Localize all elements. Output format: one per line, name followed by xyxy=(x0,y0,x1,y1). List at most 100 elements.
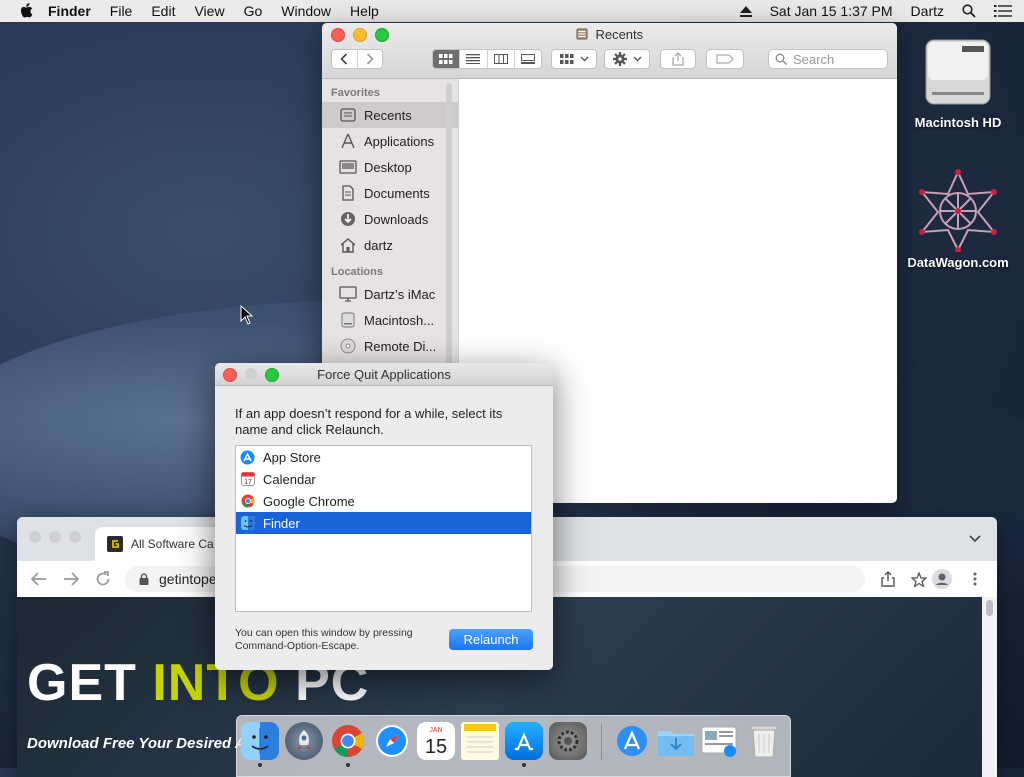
logo-part-get: GET xyxy=(27,654,153,712)
chrome-icon[interactable] xyxy=(329,722,367,760)
sidebar-item-imac[interactable]: Dartz’s iMac xyxy=(322,281,458,307)
app-store-icon[interactable] xyxy=(505,722,543,760)
action-menu-button[interactable] xyxy=(604,49,650,69)
sidebar-item-home[interactable]: dartz xyxy=(322,232,458,258)
trash-icon[interactable] xyxy=(745,722,783,760)
page-scrollbar[interactable] xyxy=(982,597,997,777)
sidebar-item-remote-disc[interactable]: Remote Di... xyxy=(322,333,458,359)
downloads-folder-icon[interactable] xyxy=(657,722,695,760)
calendar-icon: 17 xyxy=(240,472,255,487)
system-preferences-icon[interactable] xyxy=(549,722,587,760)
back-arrow-icon[interactable] xyxy=(31,572,47,586)
sidebar-item-documents[interactable]: Documents xyxy=(322,180,458,206)
app-name: App Store xyxy=(263,449,321,465)
chevron-down-icon xyxy=(580,56,588,62)
applications-icon xyxy=(339,133,357,149)
sidebar-item-applications[interactable]: Applications xyxy=(322,128,458,154)
search-placeholder: Search xyxy=(793,51,835,67)
app-row-calendar[interactable]: 17 Calendar xyxy=(236,468,531,490)
star-logo-icon xyxy=(919,169,997,253)
app-list[interactable]: App Store 17 Calendar Google Chrome Find… xyxy=(235,445,532,612)
app-row-finder[interactable]: Finder xyxy=(236,512,531,534)
desktop-icon-label: Macintosh HD xyxy=(914,115,1002,130)
tag-button[interactable] xyxy=(706,49,744,69)
grid-icon xyxy=(439,54,453,64)
tab-search-chevron-icon[interactable] xyxy=(969,535,981,543)
chevron-right-icon xyxy=(366,53,374,65)
bookmark-star-icon[interactable] xyxy=(911,571,927,587)
sidebar-scrollbar[interactable] xyxy=(446,83,452,383)
spotlight-search-icon[interactable] xyxy=(962,4,976,18)
eject-icon[interactable] xyxy=(739,5,752,17)
menu-go[interactable]: Go xyxy=(244,3,263,19)
icon-view-button[interactable] xyxy=(433,50,461,68)
notes-icon[interactable] xyxy=(461,722,499,760)
imac-icon xyxy=(339,286,357,302)
search-field[interactable]: Search xyxy=(768,49,888,69)
recents-icon xyxy=(576,28,588,40)
share-icon[interactable] xyxy=(881,571,895,587)
zoom-button[interactable] xyxy=(69,531,81,543)
calendar-icon[interactable]: JAN 15 xyxy=(417,722,455,760)
more-menu-icon[interactable] xyxy=(973,572,977,586)
menu-view[interactable]: View xyxy=(194,3,224,19)
safari-icon[interactable] xyxy=(373,722,411,760)
sidebar-item-downloads[interactable]: Downloads xyxy=(322,206,458,232)
sidebar-item-recents[interactable]: Recents xyxy=(322,102,458,128)
running-indicator xyxy=(522,763,526,767)
gear-icon xyxy=(612,52,627,66)
nav-buttons xyxy=(331,49,383,69)
notification-center-icon[interactable] xyxy=(994,5,1012,17)
launchpad-icon[interactable] xyxy=(285,722,323,760)
sidebar-item-label: Macintosh... xyxy=(364,312,435,328)
gallery-view-button[interactable] xyxy=(514,50,541,68)
desktop-icon-macintosh-hd[interactable]: Macintosh HD xyxy=(903,32,1013,130)
menu-edit[interactable]: Edit xyxy=(151,3,175,19)
group-by-button[interactable] xyxy=(551,49,597,69)
app-row-app-store[interactable]: App Store xyxy=(236,446,531,468)
profile-avatar-icon[interactable] xyxy=(932,569,952,589)
applications-folder-icon[interactable] xyxy=(613,722,651,760)
list-view-button[interactable] xyxy=(460,50,488,68)
forward-arrow-icon[interactable] xyxy=(63,572,79,586)
apple-menu-icon[interactable] xyxy=(20,3,34,19)
hard-drive-icon xyxy=(925,39,991,105)
sidebar-item-label: Recents xyxy=(364,107,412,123)
menu-file[interactable]: File xyxy=(110,3,133,19)
running-indicator xyxy=(346,763,350,767)
menu-app-name[interactable]: Finder xyxy=(48,3,91,19)
home-icon xyxy=(339,237,357,253)
downloads-icon xyxy=(339,211,357,227)
sidebar-item-macintosh[interactable]: Macintosh... xyxy=(322,307,458,333)
window-controls xyxy=(29,531,89,543)
menu-help[interactable]: Help xyxy=(350,3,379,19)
list-icon xyxy=(466,54,481,64)
gallery-icon xyxy=(520,54,535,64)
finder-icon[interactable] xyxy=(241,722,279,760)
sidebar-item-label: Applications xyxy=(364,133,435,149)
menu-window[interactable]: Window xyxy=(281,3,331,19)
close-button[interactable] xyxy=(29,531,41,543)
menubar-clock[interactable]: Sat Jan 15 1:37 PM xyxy=(770,3,893,19)
share-button[interactable] xyxy=(660,49,696,69)
dialog-title-bar: Force Quit Applications xyxy=(215,363,553,386)
minimize-button[interactable] xyxy=(49,531,61,543)
desktop-icon-datawagon[interactable]: DataWagon.com xyxy=(903,168,1013,270)
forward-button[interactable] xyxy=(357,50,382,68)
preview-icon[interactable] xyxy=(701,722,739,760)
app-row-google-chrome[interactable]: Google Chrome xyxy=(236,490,531,512)
reload-icon[interactable] xyxy=(95,571,111,587)
app-name: Google Chrome xyxy=(263,493,355,509)
menubar-user[interactable]: Dartz xyxy=(911,3,944,19)
scrollbar-thumb[interactable] xyxy=(986,600,993,616)
app-store-icon xyxy=(240,450,255,465)
mouse-cursor-icon xyxy=(240,305,253,325)
app-name: Calendar xyxy=(263,471,316,487)
sidebar-item-desktop[interactable]: Desktop xyxy=(322,154,458,180)
search-icon xyxy=(775,53,787,65)
back-button[interactable] xyxy=(332,50,358,68)
column-view-button[interactable] xyxy=(487,50,515,68)
menu-bar: Finder File Edit View Go Window Help Sat… xyxy=(0,0,1024,22)
relaunch-button[interactable]: Relaunch xyxy=(449,629,533,650)
window-title: Recents xyxy=(322,27,897,42)
